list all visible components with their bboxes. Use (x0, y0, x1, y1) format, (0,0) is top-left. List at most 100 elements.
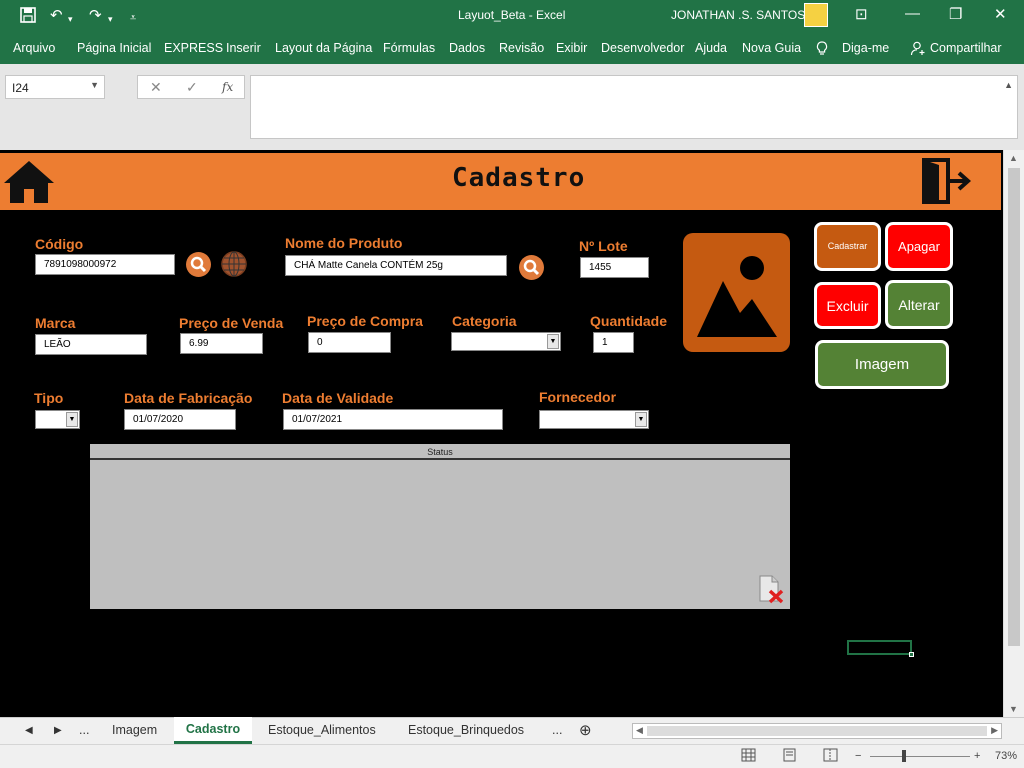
tab-express[interactable]: EXPRESS (164, 41, 223, 55)
restore-icon[interactable]: ❐ (949, 5, 962, 23)
tab-dados[interactable]: Dados (449, 41, 485, 55)
tipo-select[interactable]: ▼ (35, 410, 80, 429)
close-icon[interactable]: ✕ (994, 5, 1007, 23)
title-bar: ↶ ▾ ↷ ▾ ⩡ Layuot_Beta - Excel JONATHAN .… (0, 0, 1024, 32)
globe-icon[interactable] (220, 250, 248, 283)
scroll-down-icon[interactable]: ▼ (1009, 704, 1018, 714)
collapse-formula-icon[interactable]: ▲ (1004, 80, 1013, 90)
save-icon[interactable] (20, 7, 36, 28)
zoom-slider[interactable] (870, 756, 970, 757)
categoria-select[interactable]: ▼ (451, 332, 561, 351)
name-box[interactable]: I24 ▼ (5, 75, 105, 99)
formula-buttons: ✕ ✓ fx (137, 75, 245, 99)
imagem-button[interactable]: Imagem (815, 340, 949, 389)
tab-cadastro[interactable]: Cadastro (174, 717, 252, 744)
scroll-right-icon[interactable]: ▶ (991, 725, 998, 736)
formula-input[interactable]: ▲ (250, 75, 1018, 139)
window-title: Layuot_Beta - Excel (458, 8, 566, 22)
tab-inserir[interactable]: Inserir (226, 41, 261, 55)
delete-file-icon[interactable] (757, 574, 785, 609)
tab-scroll-right-icon[interactable]: ▶ (54, 725, 62, 736)
marca-field[interactable]: LEÃO (35, 334, 147, 355)
tab-ajuda[interactable]: Ajuda (695, 41, 727, 55)
tab-exibir[interactable]: Exibir (556, 41, 587, 55)
cancel-icon[interactable]: ✕ (150, 79, 162, 96)
insert-function-icon[interactable]: fx (222, 80, 233, 94)
zoom-out-button[interactable]: − (855, 750, 861, 762)
tab-estoque-brinquedos[interactable]: Estoque_Brinquedos (408, 723, 524, 737)
data-validade-field[interactable]: 01/07/2021 (283, 409, 503, 430)
lightbulb-icon (816, 41, 828, 59)
redo-icon[interactable]: ↷ (89, 7, 102, 25)
chevron-down-icon[interactable]: ▼ (66, 412, 78, 427)
exit-icon[interactable] (921, 157, 973, 210)
product-image[interactable] (683, 233, 790, 352)
active-cell[interactable] (847, 640, 914, 657)
tab-formulas[interactable]: Fórmulas (383, 41, 435, 55)
label-categoria: Categoria (452, 313, 517, 329)
tab-arquivo[interactable]: Arquivo (13, 41, 55, 55)
h-scroll-thumb[interactable] (647, 726, 987, 736)
tell-me-search[interactable]: Diga-me (842, 41, 889, 55)
zoom-level[interactable]: 73% (995, 750, 1017, 762)
page-break-icon[interactable] (823, 748, 838, 765)
label-tipo: Tipo (34, 390, 64, 406)
tab-more-left[interactable]: ... (79, 723, 89, 737)
vertical-scrollbar[interactable]: ▲ ▼ (1003, 150, 1024, 717)
tab-pagina-inicial[interactable]: Página Inicial (77, 41, 151, 55)
tab-estoque-alimentos[interactable]: Estoque_Alimentos (268, 723, 376, 737)
tab-imagem[interactable]: Imagem (112, 723, 157, 737)
preco-compra-field[interactable]: 0 (308, 332, 391, 353)
tab-scroll-left-icon[interactable]: ◀ (25, 725, 33, 736)
share-icon (910, 41, 926, 59)
chevron-down-icon[interactable]: ▼ (90, 80, 99, 90)
redo-dropdown-icon[interactable]: ▾ (108, 10, 113, 28)
search-icon (523, 259, 540, 276)
search-produto-button[interactable] (519, 255, 544, 280)
search-codigo-button[interactable] (186, 252, 211, 277)
alterar-button[interactable]: Alterar (885, 280, 953, 329)
tab-layout-pagina[interactable]: Layout da Página (275, 41, 372, 55)
user-name[interactable]: JONATHAN .S. SANTOS (671, 8, 805, 22)
apagar-button[interactable]: Apagar (885, 222, 953, 271)
avatar[interactable] (804, 3, 828, 27)
home-icon[interactable] (2, 159, 56, 210)
label-codigo: Código (35, 236, 84, 252)
cadastrar-button[interactable]: Cadastrar (814, 222, 881, 271)
scroll-left-icon[interactable]: ◀ (636, 725, 643, 736)
undo-icon[interactable]: ↶ (50, 7, 63, 25)
scroll-up-icon[interactable]: ▲ (1009, 153, 1018, 163)
fill-handle[interactable] (909, 652, 914, 657)
tab-more-right[interactable]: ... (552, 723, 562, 737)
label-data-fabricacao: Data de Fabricação (124, 390, 253, 406)
label-marca: Marca (35, 315, 76, 331)
undo-dropdown-icon[interactable]: ▾ (68, 10, 73, 28)
zoom-slider-thumb[interactable] (902, 750, 906, 762)
enter-icon[interactable]: ✓ (186, 79, 198, 96)
chevron-down-icon[interactable]: ▼ (635, 412, 647, 427)
preco-venda-field[interactable]: 6.99 (180, 333, 263, 354)
minimize-icon[interactable]: — (905, 5, 920, 22)
tab-nova-guia[interactable]: Nova Guia (742, 41, 801, 55)
data-fabricacao-field[interactable]: 01/07/2020 (124, 409, 236, 430)
quantidade-field[interactable]: 1 (593, 332, 634, 353)
horizontal-scrollbar[interactable]: ◀ ▶ (632, 723, 1002, 739)
scroll-thumb[interactable] (1008, 168, 1020, 646)
fornecedor-select[interactable]: ▼ (539, 410, 649, 429)
zoom-in-button[interactable]: + (974, 750, 980, 762)
customize-toolbar-icon[interactable]: ⩡ (130, 9, 136, 27)
lote-field[interactable]: 1455 (580, 257, 649, 278)
tab-desenvolvedor[interactable]: Desenvolvedor (601, 41, 684, 55)
label-fornecedor: Fornecedor (539, 389, 617, 405)
tab-revisao[interactable]: Revisão (499, 41, 544, 55)
page-layout-icon[interactable] (782, 748, 797, 765)
normal-view-icon[interactable] (741, 748, 756, 765)
share-button[interactable]: Compartilhar (930, 41, 1002, 55)
add-sheet-icon[interactable]: ⊕ (579, 721, 592, 739)
excluir-button[interactable]: Excluir (814, 282, 881, 329)
codigo-field[interactable]: 7891098000972 (35, 254, 175, 275)
chevron-down-icon[interactable]: ▼ (547, 334, 559, 349)
form-header: Cadastro (0, 153, 1001, 210)
ribbon-display-icon[interactable]: ⊡ (855, 5, 868, 23)
nome-produto-field[interactable]: CHÁ Matte Canela CONTÉM 25g (285, 255, 507, 276)
